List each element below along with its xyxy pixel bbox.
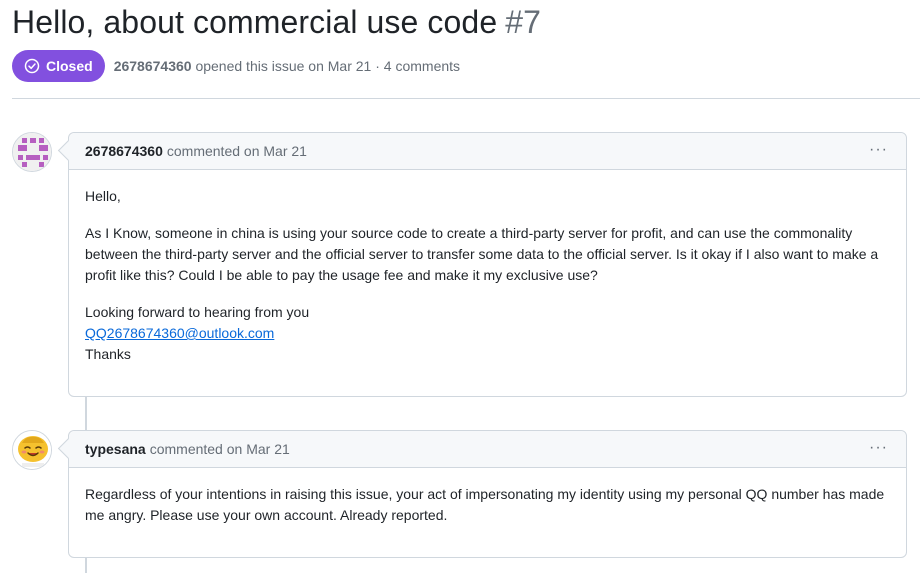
identicon-avatar <box>13 133 51 171</box>
comment-body: Regardless of your intentions in raising… <box>69 468 906 542</box>
comment-header: typesana commented on Mar 21 ··· <box>69 431 906 468</box>
header-divider <box>12 98 920 99</box>
issue-author-link[interactable]: 2678674360 <box>114 58 192 74</box>
comment-box: 2678674360 commented on Mar 21 ··· Hello… <box>57 132 907 397</box>
comment-author[interactable]: 2678674360 <box>85 143 163 159</box>
status-badge: Closed <box>12 50 105 82</box>
issue-title-text: Hello, about commercial use code <box>12 4 498 40</box>
emoji-avatar <box>13 431 51 469</box>
issue-meta: Closed 2678674360 opened this issue on M… <box>12 50 460 82</box>
status-label: Closed <box>46 58 93 74</box>
kebab-horizontal-icon[interactable]: ··· <box>869 440 888 456</box>
comment-paragraph-closing: Looking forward to hearing from you QQ26… <box>85 302 890 365</box>
comment-timestamp[interactable]: commented on Mar 21 <box>167 143 307 159</box>
issue-number: #7 <box>505 4 542 40</box>
comment-signoff: Thanks <box>85 346 131 362</box>
comment-paragraph: As I Know, someone in china is using you… <box>85 225 879 283</box>
comment-paragraph: Regardless of your intentions in raising… <box>85 486 885 523</box>
comment-body: Hello, As I Know, someone in china is us… <box>69 170 906 381</box>
kebab-horizontal-icon[interactable]: ··· <box>869 142 888 158</box>
avatar[interactable] <box>12 430 52 470</box>
email-link[interactable]: QQ2678674360@outlook.com <box>85 325 274 341</box>
comment-timestamp[interactable]: commented on Mar 21 <box>150 441 290 457</box>
avatar[interactable] <box>12 132 52 172</box>
comment-box: typesana commented on Mar 21 ··· Regardl… <box>57 430 907 558</box>
issue-meta-detail: opened this issue on Mar 21 · 4 comments <box>195 58 461 74</box>
check-circle-icon <box>24 58 40 74</box>
comment-header: 2678674360 commented on Mar 21 ··· <box>69 133 906 170</box>
comment-author[interactable]: typesana <box>85 441 146 457</box>
issue-meta-text: 2678674360 opened this issue on Mar 21 ·… <box>114 58 460 74</box>
issue-title: Hello, about commercial use code #7 <box>12 4 541 41</box>
comment-paragraph: Looking forward to hearing from you <box>85 304 310 320</box>
comment-paragraph: Hello, <box>85 188 121 204</box>
